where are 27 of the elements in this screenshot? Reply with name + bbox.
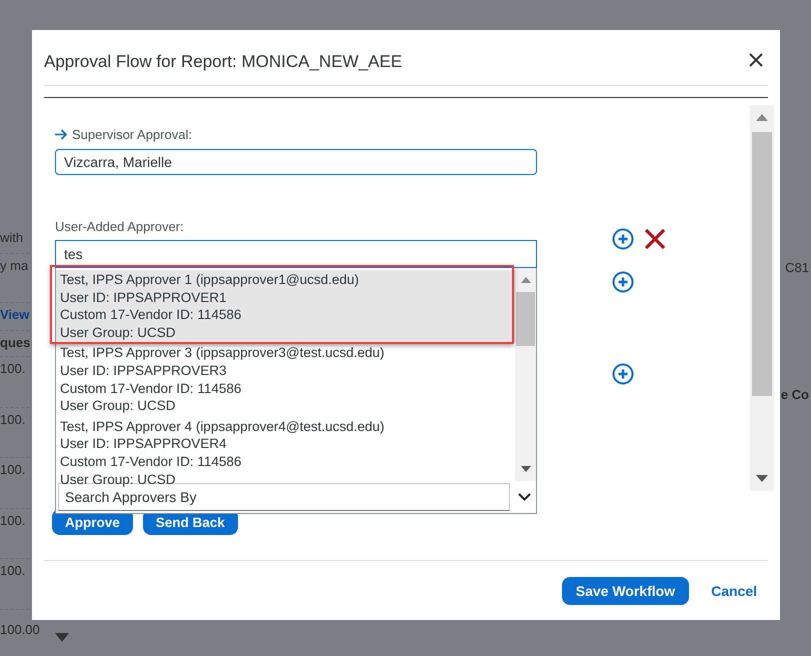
scroll-up-icon[interactable] [756, 114, 768, 121]
dialog-title: Approval Flow for Report: MONICA_NEW_AEE [44, 50, 402, 72]
add-icon[interactable] [612, 363, 634, 385]
scroll-up-icon[interactable] [520, 277, 530, 283]
field-label: Supervisor Approval: [72, 127, 192, 142]
background-text: 100.00 [0, 620, 40, 638]
suggestion-option[interactable]: Test, IPPS Approver 3 (ippsapprover3@test.ucsd.edu) User ID: IPPSAPPROVER3 Custom 17-Vendor ID: 114586 User Group: UCSD [56, 343, 515, 417]
background-text: e Co [780, 386, 809, 402]
supervisor-field[interactable]: Vizcarra, Marielle [55, 149, 537, 175]
background-text: C81 [785, 259, 809, 275]
arrow-icon [55, 129, 68, 140]
scrollbar[interactable] [515, 268, 536, 481]
scroll-thumb[interactable] [516, 292, 535, 346]
cancel-link[interactable]: Cancel [711, 583, 757, 599]
approver-field[interactable]: tes [55, 240, 537, 268]
scroll-thumb[interactable] [752, 132, 772, 396]
close-icon[interactable] [748, 52, 764, 68]
scroll-down-icon[interactable] [756, 475, 768, 482]
field-label: User-Added Approver: [55, 219, 184, 234]
save-button[interactable]: Save Workflow [562, 577, 690, 605]
add-icon[interactable] [612, 271, 634, 293]
scroll-down-icon[interactable] [520, 466, 530, 472]
remove-icon[interactable] [644, 228, 666, 250]
scrollbar[interactable] [750, 105, 774, 491]
caret-icon [55, 633, 69, 642]
add-icon[interactable] [612, 228, 634, 250]
chevron-icon[interactable] [518, 493, 531, 501]
